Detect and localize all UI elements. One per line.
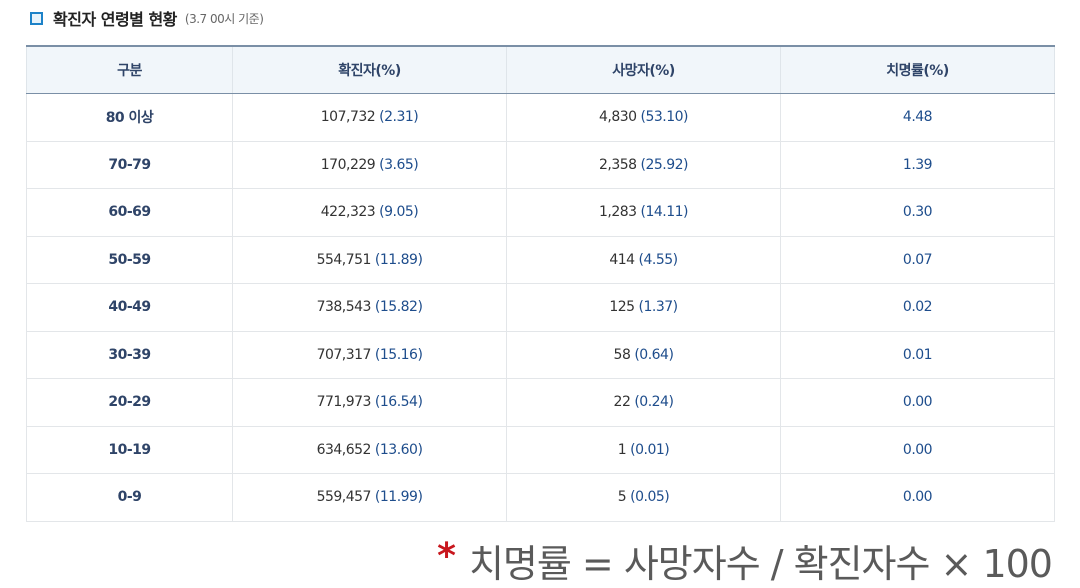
deaths-cell: 2,358 (25.92): [506, 140, 781, 189]
confirmed-cell: 107,732 (2.31): [232, 93, 507, 142]
fatality-rate-cell: 1.39: [780, 140, 1055, 189]
deaths-cell-percent: (14.11): [640, 204, 689, 221]
deaths-cell-count: 414: [609, 251, 635, 268]
confirmed-cell-count: 107,732: [320, 109, 376, 126]
confirmed-cell-percent: (11.89): [374, 251, 423, 268]
confirmed-cell: 422,323 (9.05): [232, 188, 507, 237]
table-row: 70-79 170,229 (3.65) 2,358 (25.92) 1.39: [26, 140, 1055, 189]
age-group-cell: 80 이상: [26, 93, 233, 142]
confirmed-cell-count: 422,323: [320, 204, 376, 221]
section-subtitle: (3.7 00시 기준): [184, 11, 264, 26]
confirmed-cell-count: 707,317: [316, 346, 372, 363]
formula-text: 치명률 = 사망자수 / 확진자수 × 100: [468, 542, 1053, 586]
confirmed-cell-count: 771,973: [316, 394, 372, 411]
confirmed-cell-percent: (9.05): [379, 204, 419, 221]
fatality-formula-note: * 치명률 = 사망자수 / 확진자수 × 100: [437, 533, 1053, 588]
deaths-cell-count: 1: [617, 441, 627, 458]
deaths-cell-count: 125: [609, 299, 635, 316]
asterisk-icon: *: [437, 536, 456, 577]
deaths-cell-percent: (0.24): [634, 394, 674, 411]
deaths-cell-percent: (4.55): [638, 251, 679, 268]
table-header-row: 구분 확진자(%) 사망자(%) 치명률(%): [26, 46, 1055, 94]
confirmed-cell: 170,229 (3.65): [232, 140, 507, 189]
fatality-rate-cell: 0.01: [780, 330, 1055, 379]
deaths-cell: 22 (0.24): [506, 378, 781, 427]
confirmed-cell: 738,543 (15.82): [232, 283, 507, 332]
table-row: 40-49 738,543 (15.82) 125 (1.37) 0.02: [26, 283, 1055, 332]
deaths-cell: 1,283 (14.11): [506, 188, 781, 237]
confirmed-cell-percent: (2.31): [379, 109, 419, 126]
column-header-fatality: 치명률(%): [780, 46, 1055, 94]
section-header: 확진자 연령별 현황 (3.7 00시 기준): [30, 6, 264, 30]
table-row: 20-29 771,973 (16.54) 22 (0.24) 0.00: [26, 378, 1055, 427]
confirmed-cell-percent: (3.65): [379, 156, 419, 173]
confirmed-cell: 771,973 (16.54): [232, 378, 507, 427]
deaths-cell-count: 22: [613, 394, 631, 411]
confirmed-cell: 554,751 (11.89): [232, 235, 507, 284]
fatality-rate-cell: 0.00: [780, 378, 1055, 427]
table-row: 0-9 559,457 (11.99) 5 (0.05) 0.00: [26, 473, 1055, 522]
table-body: 80 이상 107,732 (2.31) 4,830 (53.10) 4.48 70-7…: [26, 93, 1055, 522]
age-group-cell: 0-9: [26, 473, 233, 522]
deaths-cell-percent: (25.92): [640, 156, 689, 173]
confirmed-cell-count: 738,543: [316, 299, 372, 316]
confirmed-cell: 707,317 (15.16): [232, 330, 507, 379]
age-group-cell: 20-29: [26, 378, 233, 427]
confirmed-cell-count: 170,229: [320, 156, 376, 173]
deaths-cell-percent: (0.05): [630, 489, 670, 506]
age-stats-table: 구분 확진자(%) 사망자(%) 치명률(%) 80 이상 107,732 (2.…: [26, 45, 1055, 522]
age-group-cell: 70-79: [26, 140, 233, 189]
confirmed-cell-percent: (16.54): [374, 394, 423, 411]
deaths-cell-count: 1,283: [598, 204, 637, 221]
deaths-cell: 4,830 (53.10): [506, 93, 781, 142]
fatality-rate-cell: 0.00: [780, 425, 1055, 474]
confirmed-cell-percent: (13.60): [374, 441, 423, 458]
deaths-cell-count: 2,358: [598, 156, 637, 173]
deaths-cell-count: 5: [617, 489, 627, 506]
deaths-cell-percent: (53.10): [640, 109, 689, 126]
confirmed-cell: 559,457 (11.99): [232, 473, 507, 522]
deaths-cell: 1 (0.01): [506, 425, 781, 474]
age-group-cell: 60-69: [26, 188, 233, 237]
table-row: 60-69 422,323 (9.05) 1,283 (14.11) 0.30: [26, 188, 1055, 237]
deaths-cell: 414 (4.55): [506, 235, 781, 284]
confirmed-cell-percent: (15.16): [374, 346, 423, 363]
fatality-rate-cell: 0.30: [780, 188, 1055, 237]
table-row: 10-19 634,652 (13.60) 1 (0.01) 0.00: [26, 425, 1055, 474]
confirmed-cell-percent: (11.99): [374, 489, 423, 506]
fatality-rate-cell: 0.00: [780, 473, 1055, 522]
age-group-cell: 30-39: [26, 330, 233, 379]
table-row: 30-39 707,317 (15.16) 58 (0.64) 0.01: [26, 330, 1055, 379]
age-group-cell: 50-59: [26, 235, 233, 284]
deaths-cell-count: 4,830: [598, 109, 637, 126]
confirmed-cell-percent: (15.82): [374, 299, 423, 316]
table-row: 50-59 554,751 (11.89) 414 (4.55) 0.07: [26, 235, 1055, 284]
column-header-confirmed: 확진자(%): [232, 46, 507, 94]
deaths-cell-percent: (0.01): [630, 441, 670, 458]
deaths-cell-percent: (1.37): [638, 299, 679, 316]
deaths-cell: 5 (0.05): [506, 473, 781, 522]
column-header-age: 구분: [26, 46, 233, 94]
table-row: 80 이상 107,732 (2.31) 4,830 (53.10) 4.48: [26, 93, 1055, 142]
confirmed-cell-count: 554,751: [316, 251, 372, 268]
fatality-rate-cell: 0.07: [780, 235, 1055, 284]
deaths-cell: 58 (0.64): [506, 330, 781, 379]
column-header-deaths: 사망자(%): [506, 46, 781, 94]
section-title: 확진자 연령별 현황: [53, 10, 177, 29]
age-group-cell: 40-49: [26, 283, 233, 332]
square-bullet-icon: [30, 11, 43, 25]
deaths-cell-percent: (0.64): [634, 346, 674, 363]
fatality-rate-cell: 4.48: [780, 93, 1055, 142]
deaths-cell: 125 (1.37): [506, 283, 781, 332]
deaths-cell-count: 58: [613, 346, 631, 363]
age-group-cell: 10-19: [26, 425, 233, 474]
fatality-rate-cell: 0.02: [780, 283, 1055, 332]
confirmed-cell-count: 559,457: [316, 489, 372, 506]
confirmed-cell-count: 634,652: [316, 441, 372, 458]
confirmed-cell: 634,652 (13.60): [232, 425, 507, 474]
